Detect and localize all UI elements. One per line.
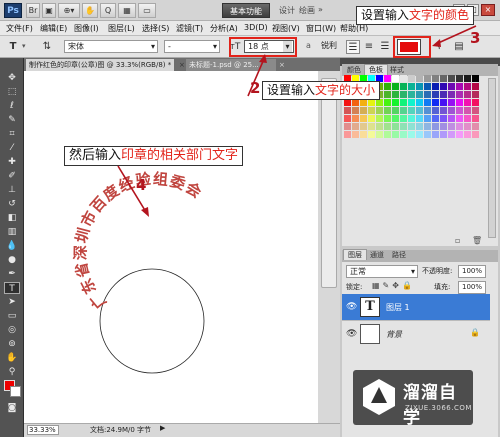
- arrow-to-stamp: [117, 165, 147, 213]
- watermark: 溜溜自学 ZIXUE.3066.COM: [353, 370, 473, 428]
- watermark-url: ZIXUE.3066.COM: [405, 404, 472, 412]
- arrow-to-size: [247, 58, 265, 97]
- watermark-brand: 溜溜自学: [403, 383, 457, 428]
- watermark-logo-icon: [363, 379, 395, 415]
- arrow-to-color: [435, 25, 477, 45]
